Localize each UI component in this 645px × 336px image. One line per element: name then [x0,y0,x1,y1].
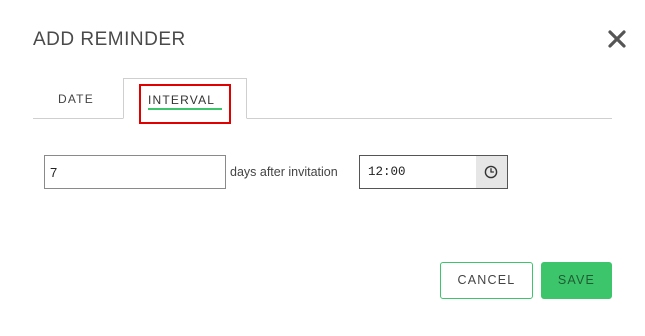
cancel-button[interactable]: CANCEL [440,262,533,299]
add-reminder-dialog: ADD REMINDER DATE INTERVAL days after in… [0,0,645,336]
active-tab-underline [148,108,222,110]
clock-icon [484,165,498,179]
tab-interval-label: INTERVAL [148,93,216,107]
close-icon [608,30,626,48]
days-after-invitation-label: days after invitation [230,165,338,179]
close-button[interactable] [604,26,630,52]
dialog-title: ADD REMINDER [33,29,186,50]
time-input[interactable] [360,156,476,188]
time-picker-button[interactable] [476,156,507,188]
save-button[interactable]: SAVE [541,262,612,299]
tab-date-label: DATE [58,92,94,106]
time-field [359,155,508,189]
days-input[interactable] [44,155,226,189]
tab-interval[interactable]: INTERVAL [123,78,247,124]
tab-date[interactable]: DATE [33,78,123,119]
